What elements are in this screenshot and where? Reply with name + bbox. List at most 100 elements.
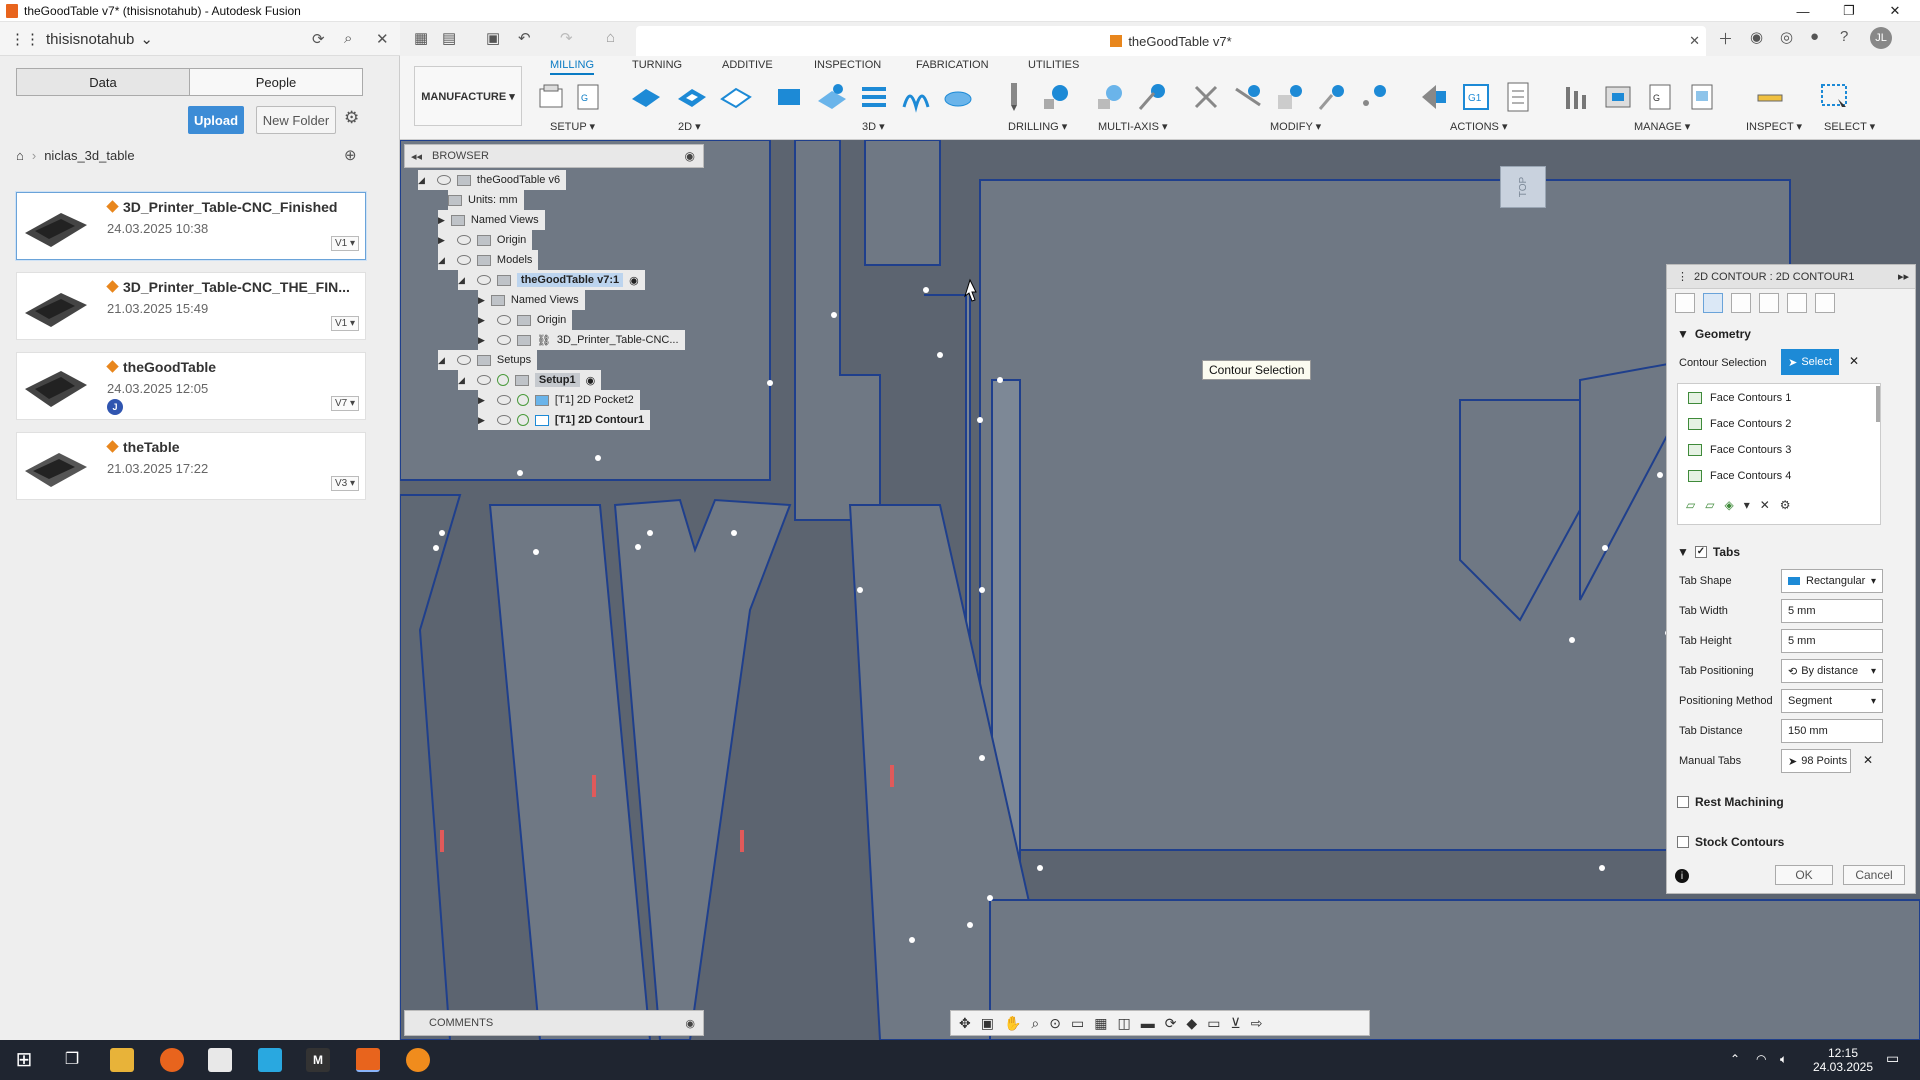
tab-milling[interactable]: MILLING: [550, 59, 595, 75]
tree-item-setup1[interactable]: ◢ Setup1 ◉: [458, 370, 602, 390]
expand-triangle-icon[interactable]: ▶: [478, 315, 485, 326]
task-view-icon[interactable]: ❐: [60, 1048, 84, 1072]
group-inspect[interactable]: INSPECT ▾: [1746, 120, 1802, 133]
fit-icon[interactable]: ⊙: [1049, 1015, 1061, 1032]
undo-icon[interactable]: ↶: [518, 29, 531, 47]
collapse-triangle-icon[interactable]: ◢: [458, 275, 465, 286]
minimize-button[interactable]: —: [1780, 0, 1826, 22]
window-select-icon[interactable]: [1818, 81, 1850, 113]
tree-item-document[interactable]: ◢ theGoodTable v6: [418, 170, 567, 190]
version-badge[interactable]: V1 ▾: [330, 236, 359, 251]
visibility-eye-icon[interactable]: [476, 275, 491, 285]
modify-trim-icon[interactable]: [1316, 81, 1348, 113]
tree-item-named-views[interactable]: ▶ Named Views: [478, 290, 585, 310]
list-item[interactable]: Face Contours 3: [1688, 444, 1791, 456]
collapse-browser-icon[interactable]: ◂◂: [411, 150, 422, 163]
tool-orientation-tab-icon[interactable]: [1815, 293, 1835, 313]
visibility-eye-icon[interactable]: [456, 255, 471, 265]
collapse-triangle-icon[interactable]: ◢: [418, 175, 425, 186]
visual-style-icon[interactable]: ▭: [1207, 1015, 1220, 1032]
cancel-button[interactable]: Cancel: [1843, 865, 1905, 885]
multi-axis-flow-icon[interactable]: [1136, 81, 1168, 113]
tabs-section[interactable]: ▼ ✓ Tabs: [1677, 545, 1740, 559]
wifi-icon[interactable]: ◠: [1756, 1052, 1766, 1066]
activate-radio-icon[interactable]: ◉: [629, 274, 639, 287]
group-2d[interactable]: 2D ▾: [678, 120, 701, 133]
tree-item-named-views[interactable]: ▶ Named Views: [438, 210, 545, 230]
stock-contours-checkbox[interactable]: [1677, 836, 1689, 848]
geometry-tab-icon[interactable]: [1703, 293, 1723, 313]
visibility-eye-icon[interactable]: [496, 395, 511, 405]
data-tab[interactable]: Data: [16, 68, 190, 96]
thread-icon[interactable]: [1040, 81, 1072, 113]
viewports-icon[interactable]: ◫: [1117, 1015, 1130, 1032]
modify-cut-icon[interactable]: [1190, 81, 1222, 113]
workspace-switcher[interactable]: MANUFACTURE ▾: [414, 66, 522, 126]
tree-item-origin[interactable]: ▶ Origin: [478, 310, 573, 330]
collapse-triangle-icon[interactable]: ▼: [1677, 545, 1689, 559]
multi-axis-swarf-icon[interactable]: [1094, 81, 1126, 113]
expand-dialog-icon[interactable]: ▸▸: [1898, 270, 1909, 283]
notification-center-icon[interactable]: ▭: [1886, 1050, 1899, 1067]
post-process-icon[interactable]: G1: [1460, 81, 1492, 113]
new-folder-button[interactable]: New Folder: [256, 106, 336, 134]
expand-triangle-icon[interactable]: ▶: [478, 295, 485, 306]
templates-icon[interactable]: [1686, 81, 1718, 113]
settings-gear-icon[interactable]: ⚙: [344, 108, 359, 128]
contour-settings-icon[interactable]: ⚙: [1780, 498, 1791, 512]
3d-adaptive-icon[interactable]: [774, 81, 806, 113]
contour-list[interactable]: Face Contours 1 Face Contours 2 Face Con…: [1677, 383, 1881, 525]
tab-additive[interactable]: ADDITIVE: [722, 59, 773, 71]
group-modify[interactable]: MODIFY ▾: [1270, 120, 1321, 133]
orbit-icon[interactable]: ✥: [959, 1015, 971, 1032]
visibility-eye-icon[interactable]: [456, 355, 471, 365]
visibility-eye-icon[interactable]: [496, 415, 511, 425]
tab-positioning-select[interactable]: ⟲ By distance: [1781, 659, 1883, 683]
cricut-icon[interactable]: [208, 1048, 232, 1072]
collapse-triangle-icon[interactable]: ◢: [438, 355, 445, 366]
dialog-header[interactable]: ⋮ 2D CONTOUR : 2D CONTOUR1 ▸▸: [1667, 265, 1915, 289]
3d-steep-shallow-icon[interactable]: [858, 81, 890, 113]
expand-triangle-icon[interactable]: ▶: [478, 395, 485, 406]
info-icon[interactable]: i: [1675, 869, 1689, 883]
modify-delete-icon[interactable]: [1232, 81, 1264, 113]
fusion-taskbar-icon[interactable]: [356, 1048, 380, 1072]
rest-machining-section[interactable]: Rest Machining: [1677, 795, 1784, 809]
ok-button[interactable]: OK: [1775, 865, 1833, 885]
close-window-button[interactable]: ✕: [1872, 0, 1918, 22]
list-item[interactable]: Face Contours 1: [1688, 392, 1791, 404]
help-icon[interactable]: ?: [1840, 28, 1848, 45]
environment-icon[interactable]: ◆: [1186, 1015, 1197, 1032]
file-card[interactable]: 3D_Printer_Table-CNC_THE_FIN... 21.03.20…: [16, 272, 366, 340]
3d-parallel-icon[interactable]: [900, 81, 932, 113]
comments-pin-icon[interactable]: ◉: [685, 1017, 695, 1030]
setup-sheet-icon[interactable]: [1502, 81, 1534, 113]
firefox-icon[interactable]: [160, 1048, 184, 1072]
windows-start-icon[interactable]: ⊞: [12, 1048, 36, 1072]
file-icon[interactable]: ▤: [442, 29, 456, 47]
clear-selection-icon[interactable]: ✕: [1849, 354, 1859, 368]
expand-triangle-icon[interactable]: ▶: [478, 415, 485, 426]
visibility-eye-icon[interactable]: [496, 315, 511, 325]
3d-pocket-icon[interactable]: [816, 81, 848, 113]
tree-item-linked-design[interactable]: ▶ ⛓ 3D_Printer_Table-CNC...: [478, 330, 685, 350]
expand-triangle-icon[interactable]: ▶: [438, 215, 445, 226]
viewcube-top-face[interactable]: TOP: [1500, 166, 1546, 208]
new-setup-icon[interactable]: [536, 81, 568, 113]
tab-utilities[interactable]: UTILITIES: [1028, 59, 1079, 71]
tool-library-icon[interactable]: [1560, 81, 1592, 113]
refresh-icon[interactable]: ⟳: [312, 30, 325, 48]
list-item[interactable]: Face Contours 2: [1688, 418, 1791, 430]
group-actions[interactable]: ACTIONS ▾: [1450, 120, 1507, 133]
document-tab[interactable]: theGoodTable v7* ✕: [636, 26, 1706, 56]
list-scrollbar[interactable]: [1876, 386, 1880, 422]
job-status-icon[interactable]: ◎: [1780, 28, 1793, 46]
group-manage[interactable]: MANAGE ▾: [1634, 120, 1690, 133]
tab-height-input[interactable]: 5 mm: [1781, 629, 1883, 653]
tab-distance-input[interactable]: 150 mm: [1781, 719, 1883, 743]
version-badge[interactable]: V7 ▾: [330, 396, 359, 411]
simulate-icon[interactable]: [1418, 81, 1450, 113]
3d-scallop-icon[interactable]: [942, 81, 974, 113]
selection-priority-icon[interactable]: ⇨: [1251, 1015, 1263, 1032]
look-at-icon[interactable]: ▣: [981, 1015, 994, 1032]
